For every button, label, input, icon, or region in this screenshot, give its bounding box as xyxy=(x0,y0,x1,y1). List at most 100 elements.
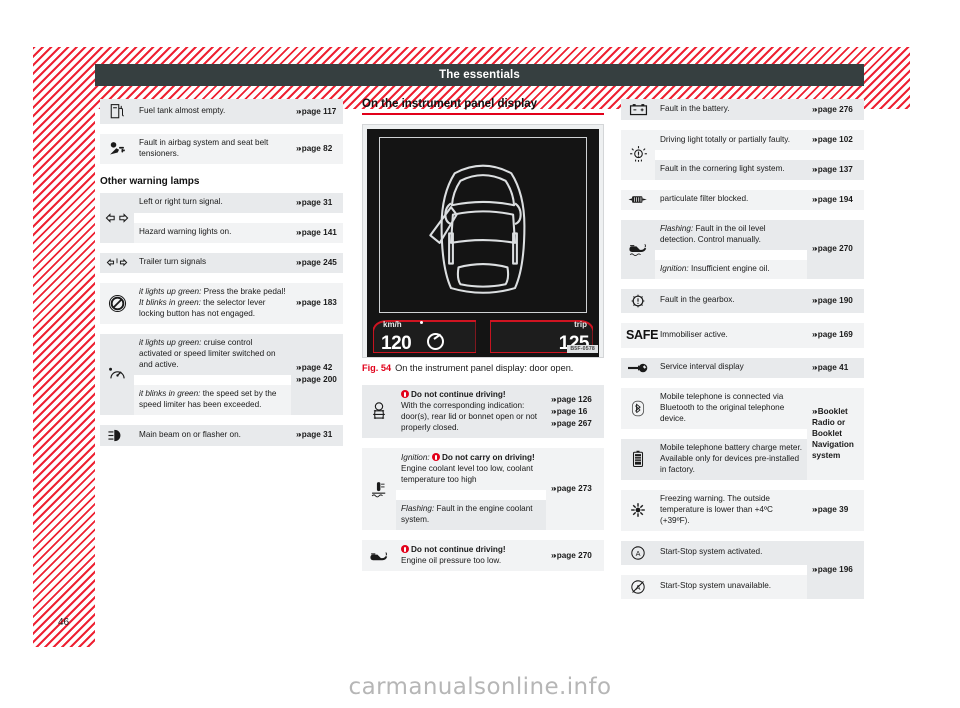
trailer-turn-signal-icon xyxy=(100,252,134,273)
warning-dot-icon xyxy=(431,453,440,462)
ref-text[interactable]: page 82 xyxy=(302,144,333,153)
phone-battery-icon xyxy=(621,438,655,480)
row-description: Fault in airbag system and seat belt ten… xyxy=(134,134,291,164)
table-row: Freezing warning. The outside temperatur… xyxy=(621,489,864,531)
ref-text[interactable]: page 196 xyxy=(818,565,853,574)
car-door-open-graphic xyxy=(380,138,586,312)
speed-limiter-icon xyxy=(427,333,444,350)
page-header-bar: The essentials xyxy=(95,64,864,86)
section-title-instrument-panel: On the instrument panel display xyxy=(362,98,604,115)
frost-warning-icon xyxy=(621,489,655,531)
row-description: Do not continue driving! Engine oil pres… xyxy=(396,540,546,572)
row-page-reference: »› page 276 xyxy=(807,99,864,120)
warning-lamps-table-top: Fuel tank almost empty. »› page 117 Fault… xyxy=(100,98,343,165)
limiter-dot-icon xyxy=(420,321,423,324)
ref-text[interactable]: page 276 xyxy=(818,105,853,114)
speed-value: 120 xyxy=(381,333,412,354)
table-row: Driving light totally or partially fault… xyxy=(621,130,864,180)
ref-text-2[interactable]: page 200 xyxy=(302,375,337,384)
ref-text-1[interactable]: page 126 xyxy=(557,395,592,404)
ref-text[interactable]: page 102 xyxy=(818,135,853,144)
table-row: A Start-Stop system activated. »› page 19… xyxy=(621,540,864,599)
row-page-reference: »› page 42 »› page 200 xyxy=(291,333,343,415)
row-description: Flashing: Fault in the engine coolant sy… xyxy=(396,500,546,531)
ref-text[interactable]: page 42 xyxy=(302,363,333,372)
row-warning-bold: Do not continue driving! xyxy=(411,390,506,400)
ref-text[interactable]: page 41 xyxy=(818,363,849,372)
row-description: particulate filter blocked. xyxy=(655,189,807,210)
speed-unit-label: km/h xyxy=(383,320,402,329)
row-description: Do not continue driving! With the corres… xyxy=(396,385,546,439)
row-text-emphasis: Flashing: xyxy=(660,223,694,233)
ref-text[interactable]: page 270 xyxy=(557,551,592,560)
ref-text[interactable]: page 190 xyxy=(818,296,853,305)
ref-text-2[interactable]: Booklet Navigation system xyxy=(812,429,854,460)
row-description: Fault in the gearbox. xyxy=(655,288,807,313)
ref-text-2[interactable]: page 16 xyxy=(557,407,588,416)
oil-level-icon xyxy=(621,219,655,279)
row-text-plain: Insufficient engine oil. xyxy=(688,263,770,273)
figure-instrument-panel: km/h 120 trip 125 B5F-0578 xyxy=(362,124,604,358)
airbag-seatbelt-icon xyxy=(100,134,134,164)
ref-text[interactable]: page 141 xyxy=(302,228,337,237)
table-row: Do not continue driving! Engine oil pres… xyxy=(362,540,604,572)
table-row: Flashing: Fault in the oil level detecti… xyxy=(621,219,864,279)
safe-immobiliser-icon: SAFE xyxy=(621,322,658,348)
right-column: Fault in the battery. »› page 276 Drivin… xyxy=(621,98,864,600)
ref-text[interactable]: page 273 xyxy=(557,484,592,493)
ref-text-1[interactable]: Booklet Radio or xyxy=(812,407,848,427)
table-row: Fault in the gearbox. »› page 190 xyxy=(621,288,864,313)
row-description: Start-Stop system activated. xyxy=(655,540,807,565)
row-page-reference: »› page 270 xyxy=(807,219,864,279)
row-description: Trailer turn signals xyxy=(134,252,291,273)
row-description: Mobile telephone battery charge meter. A… xyxy=(655,438,807,480)
row-text-plain: Press the brake pedal! xyxy=(201,286,286,296)
table-row: Main beam on or flasher on. »› page 31 xyxy=(100,424,343,446)
oil-pressure-icon xyxy=(362,540,396,572)
ref-text[interactable]: page 39 xyxy=(818,505,849,514)
instrument-display-screen: km/h 120 trip 125 xyxy=(367,129,599,357)
brake-pedal-selector-icon xyxy=(100,282,134,324)
main-beam-icon xyxy=(100,424,134,446)
row-description: Start-Stop system unavailable. xyxy=(655,574,807,599)
table-row: Ignition: Do not carry on driving! Engin… xyxy=(362,448,604,531)
figure-code: B5F-0578 xyxy=(567,345,598,353)
table-row: Fault in airbag system and seat belt ten… xyxy=(100,134,343,164)
row-description: Mobile telephone is connected via Blueto… xyxy=(655,387,807,429)
row-page-reference: »› page 183 xyxy=(291,282,343,324)
row-page-reference: »› page 273 xyxy=(546,448,604,531)
row-text-emphasis-2: It blinks in green: xyxy=(139,297,201,307)
figure-caption-text: On the instrument panel display: door op… xyxy=(395,363,574,373)
row-description: it lights up green: cruise control activ… xyxy=(134,333,291,375)
table-row: Hazard warning lights on. »› page 141 xyxy=(100,222,343,243)
turn-signal-arrows-icon xyxy=(100,192,134,243)
ref-text[interactable]: page 270 xyxy=(818,244,853,253)
ref-text-3[interactable]: page 267 xyxy=(557,419,592,428)
ref-text[interactable]: page 31 xyxy=(302,430,333,439)
row-divider xyxy=(100,125,343,133)
row-description: Driving light totally or partially fault… xyxy=(655,130,807,150)
ref-text[interactable]: page 245 xyxy=(302,258,337,267)
row-description: Left or right turn signal. xyxy=(134,192,291,213)
row-description: Fault in the cornering light system. xyxy=(655,159,807,180)
row-description: Flashing: Fault in the oil level detecti… xyxy=(655,219,807,250)
ref-text[interactable]: page 169 xyxy=(818,330,853,339)
ref-text[interactable]: page 183 xyxy=(302,298,337,307)
particulate-filter-icon xyxy=(621,189,655,210)
ref-text[interactable]: page 194 xyxy=(818,195,853,204)
row-page-reference: »› page 190 xyxy=(807,288,864,313)
row-text-emphasis: it lights up green: xyxy=(139,337,202,347)
table-row: Service interval display »› page 41 xyxy=(621,357,864,378)
ref-text[interactable]: page 31 xyxy=(302,198,333,207)
ref-text[interactable]: page 137 xyxy=(818,165,853,174)
row-page-reference: »› Booklet Radio or Booklet Navigation sy… xyxy=(807,387,864,480)
warning-dot-icon xyxy=(401,545,409,554)
figure-label: Fig. 54 xyxy=(362,363,392,373)
row-text-emphasis: Flashing: xyxy=(401,504,435,514)
row-page-reference: »› page 31 xyxy=(291,424,343,446)
bulb-fault-icon xyxy=(621,130,655,180)
svg-text:A: A xyxy=(636,548,641,557)
start-stop-active-icon: A xyxy=(621,540,655,565)
ref-text[interactable]: page 117 xyxy=(302,107,337,116)
right-warning-lamps-table: Fault in the battery. »› page 276 Drivin… xyxy=(621,98,864,600)
